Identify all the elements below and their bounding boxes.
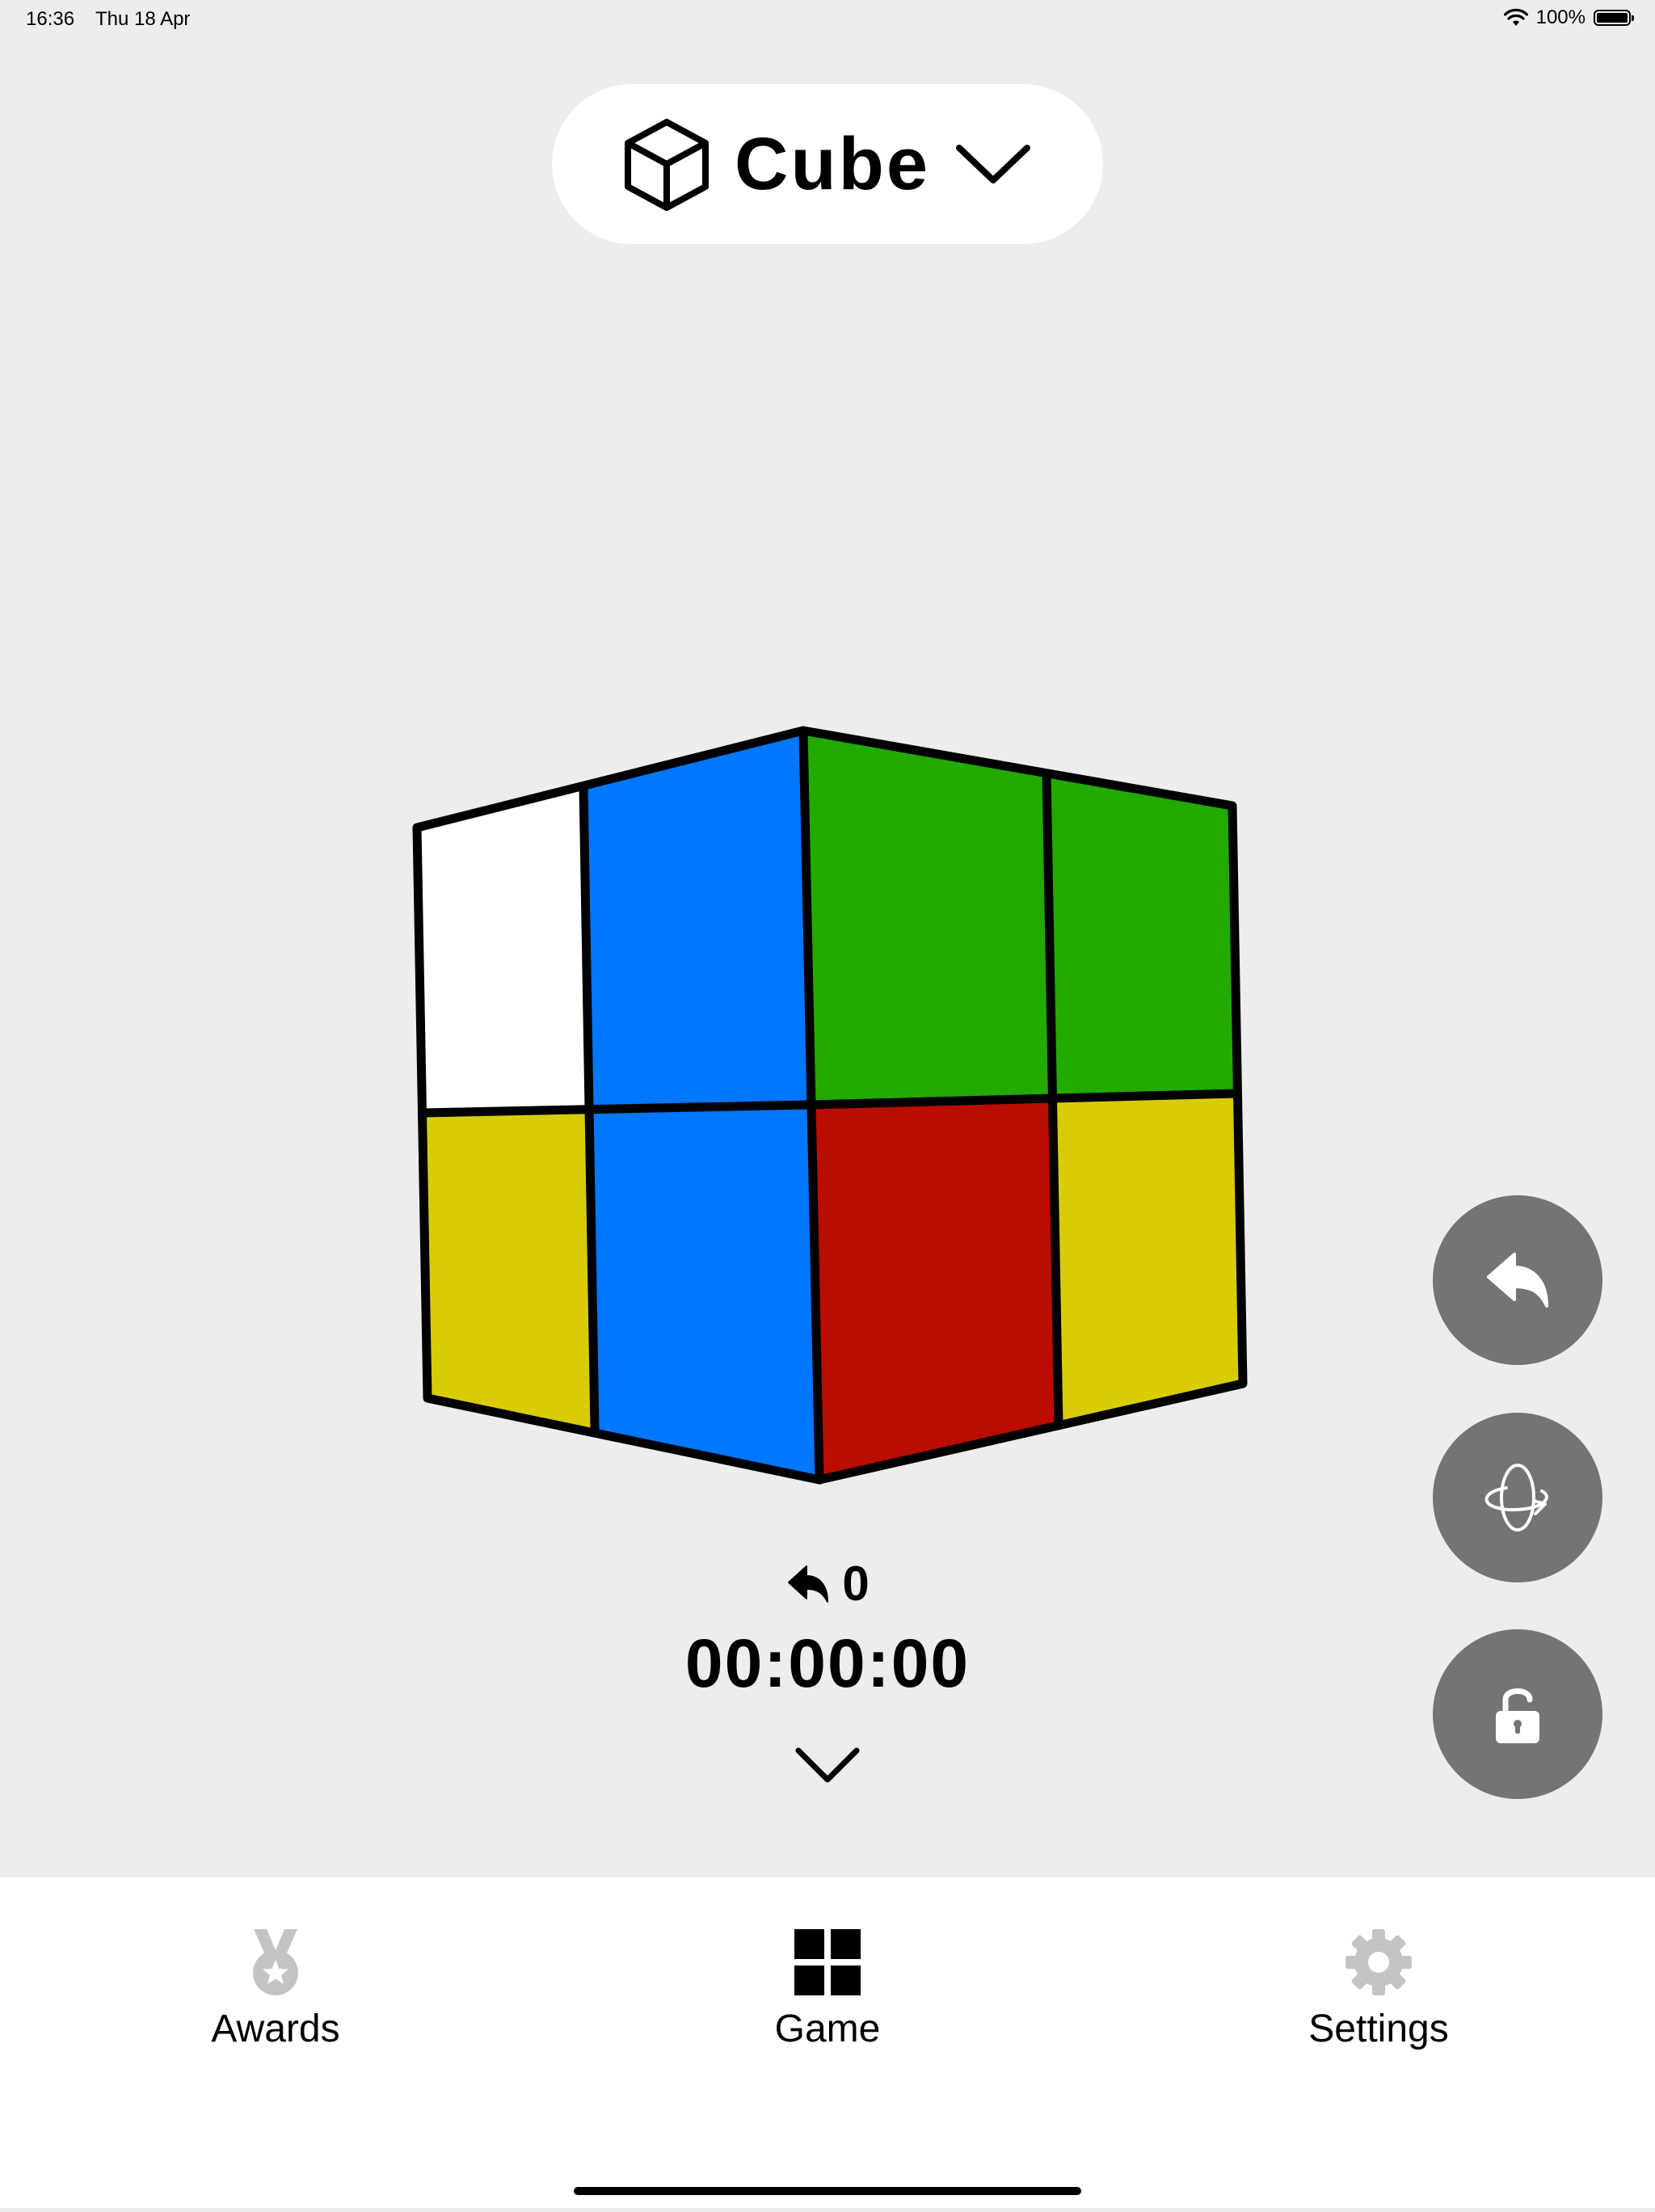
rotate-button[interactable] bbox=[1433, 1413, 1602, 1582]
puzzle-title: Cube bbox=[735, 122, 930, 205]
battery-percent: 100% bbox=[1535, 6, 1586, 28]
timer: 00:00:00 bbox=[684, 1625, 971, 1701]
tab-bar: Awards Game Settings bbox=[0, 1877, 1655, 2208]
status-date: Thu 18 Apr bbox=[95, 8, 191, 30]
unlock-icon bbox=[1496, 1688, 1539, 1743]
gear-icon bbox=[1345, 1929, 1412, 1995]
tab-awards[interactable]: Awards bbox=[114, 1926, 437, 2051]
tab-settings-label: Settings bbox=[1308, 2008, 1449, 2050]
sticker-left-bottom-inner[interactable] bbox=[590, 1105, 819, 1480]
sticker-right-bottom-outer[interactable] bbox=[1053, 1093, 1243, 1426]
undo-arrow-icon bbox=[1487, 1253, 1548, 1308]
sticker-left-bottom-outer[interactable] bbox=[423, 1110, 595, 1430]
grid-icon bbox=[794, 1929, 861, 1995]
expand-stats-chevron-icon[interactable] bbox=[795, 1746, 860, 1786]
cube-icon bbox=[625, 119, 709, 211]
sticker-right-bottom-inner[interactable] bbox=[811, 1099, 1059, 1480]
medal-icon bbox=[253, 1929, 298, 1995]
undo-button[interactable] bbox=[1433, 1195, 1602, 1365]
cube[interactable] bbox=[417, 731, 1243, 1480]
lock-button[interactable] bbox=[1433, 1629, 1602, 1799]
home-indicator bbox=[574, 2187, 1081, 2195]
status-indicators: 100% bbox=[1503, 6, 1634, 29]
chevron-down-icon bbox=[956, 145, 1030, 183]
tab-game[interactable]: Game bbox=[666, 1926, 989, 2051]
sticker-left-top-inner[interactable] bbox=[583, 731, 811, 1110]
sticker-right-top-inner[interactable] bbox=[803, 731, 1053, 1105]
cube-grid-lines bbox=[412, 726, 1248, 1485]
move-count: 0 bbox=[842, 1557, 870, 1611]
rotate-icon bbox=[1484, 1464, 1548, 1532]
tab-game-label: Game bbox=[774, 2008, 881, 2050]
wifi-icon bbox=[1503, 8, 1528, 26]
puzzle-selector-button[interactable]: Cube bbox=[552, 84, 1103, 244]
status-bar: 16:36 Thu 18 Apr 100% bbox=[0, 0, 1655, 39]
tab-awards-label: Awards bbox=[211, 2008, 340, 2050]
status-time: 16:36 bbox=[26, 8, 75, 30]
sticker-right-top-outer[interactable] bbox=[1046, 773, 1237, 1099]
move-counter: 0 bbox=[0, 1556, 1655, 1612]
tab-settings[interactable]: Settings bbox=[1217, 1926, 1540, 2051]
battery-icon bbox=[1594, 10, 1634, 26]
undo-count-icon bbox=[788, 1565, 829, 1603]
sticker-left-top-outer[interactable] bbox=[417, 786, 590, 1113]
